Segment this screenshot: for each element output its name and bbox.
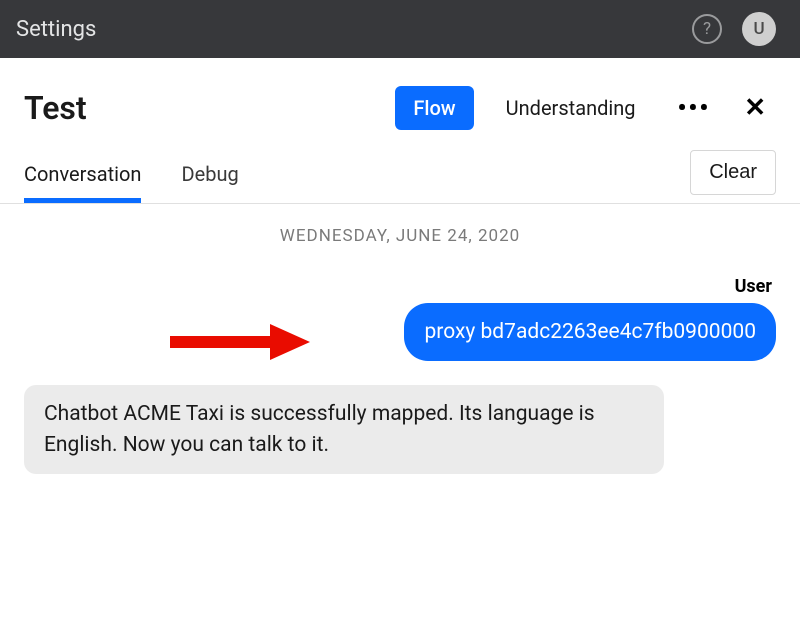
clear-button[interactable]: Clear [690,150,776,195]
page-title: Test [24,89,381,127]
content-area: Test Flow Understanding ••• ✕ Conversati… [0,58,800,522]
top-bar: Settings ? U [0,0,800,58]
chat-area: WEDNESDAY, JUNE 24, 2020 User proxy bd7a… [0,204,800,522]
page-header: Test Flow Understanding ••• ✕ [0,58,800,140]
message-row-bot: Chatbot ACME Taxi is successfully mapped… [24,385,776,474]
sender-label: User [735,276,776,297]
close-icon[interactable]: ✕ [734,89,776,127]
date-divider: WEDNESDAY, JUNE 24, 2020 [24,226,776,246]
top-bar-actions: ? U [692,12,776,46]
tabs-row: Conversation Debug Clear [0,140,800,204]
avatar[interactable]: U [742,12,776,46]
tab-conversation[interactable]: Conversation [24,152,141,202]
tab-debug[interactable]: Debug [181,152,238,202]
user-message-bubble: proxy bd7adc2263ee4c7fb0900000 [404,303,776,361]
help-icon[interactable]: ? [692,14,722,44]
more-icon[interactable]: ••• [668,90,721,126]
message-row-user: User proxy bd7adc2263ee4c7fb0900000 [24,276,776,361]
bot-message-bubble: Chatbot ACME Taxi is successfully mapped… [24,385,664,474]
flow-button[interactable]: Flow [395,86,473,130]
settings-title: Settings [16,17,96,42]
understanding-button[interactable]: Understanding [488,86,654,130]
